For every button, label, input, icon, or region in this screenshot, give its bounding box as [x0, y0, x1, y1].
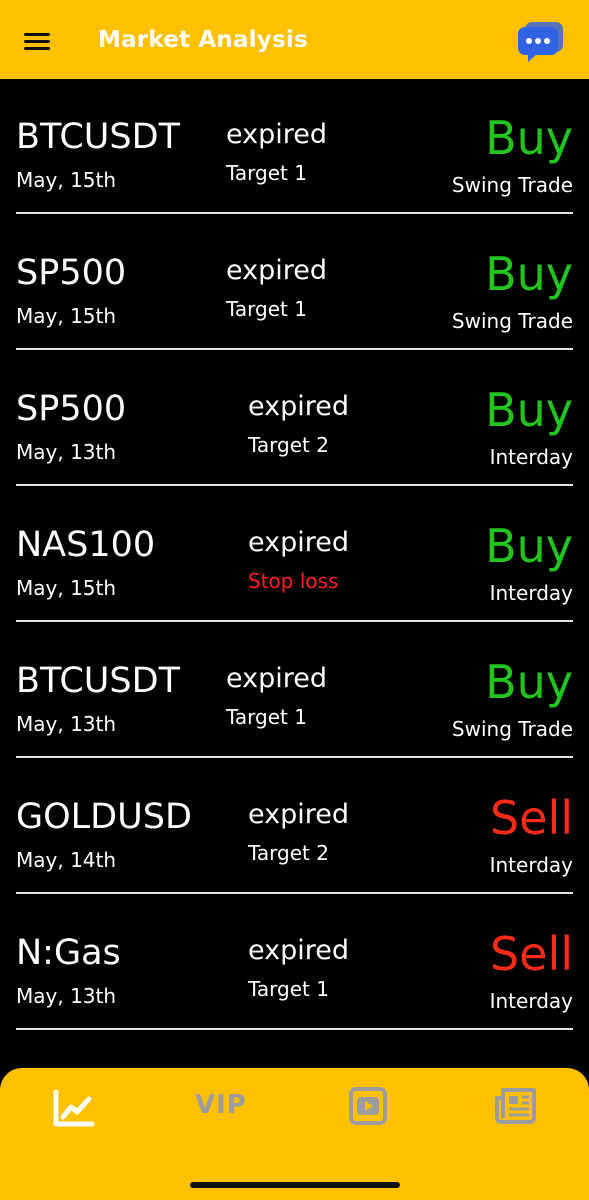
signal-row[interactable]: GOLDUSD May, 14th expired Target 2 Sell …	[0, 759, 589, 895]
nav-vip[interactable]: VIP	[195, 1090, 247, 1130]
signal-symbol: NAS100	[16, 525, 156, 565]
home-indicator	[190, 1182, 400, 1188]
trade-type: Interday	[489, 853, 573, 877]
hamburger-menu-icon[interactable]	[24, 30, 52, 52]
trade-type: Swing Trade	[451, 309, 573, 333]
signal-row[interactable]: SP500 May, 15th expired Target 1 Buy Swi…	[0, 215, 589, 351]
signal-row[interactable]: SP500 May, 13th expired Target 2 Buy Int…	[0, 351, 589, 487]
signal-status: expired	[226, 663, 328, 694]
signal-date: May, 15th	[16, 576, 117, 600]
signal-result: Target 1	[226, 161, 307, 185]
chat-bubble-icon[interactable]	[516, 18, 566, 64]
signal-result: Target 2	[248, 841, 329, 865]
signal-row[interactable]: NAS100 May, 15th expired Stop loss Buy I…	[0, 487, 589, 623]
chart-line-icon[interactable]	[52, 1088, 96, 1128]
signal-row[interactable]: N:Gas May, 13th expired Target 1 Sell In…	[0, 895, 589, 1031]
row-divider	[16, 484, 573, 486]
signal-date: May, 15th	[16, 168, 117, 192]
signal-direction: Buy	[485, 383, 573, 437]
signal-symbol: GOLDUSD	[16, 797, 192, 837]
signal-direction: Buy	[485, 111, 573, 165]
row-divider	[16, 892, 573, 894]
signal-result: Target 2	[248, 433, 329, 457]
signal-status: expired	[248, 527, 350, 558]
signal-symbol: SP500	[16, 253, 127, 293]
trade-type: Swing Trade	[451, 173, 573, 197]
trade-type: Interday	[489, 989, 573, 1013]
bottom-nav: VIP	[0, 1068, 589, 1200]
trade-type: Swing Trade	[451, 717, 573, 741]
signal-date: May, 13th	[16, 712, 117, 736]
signal-symbol: BTCUSDT	[16, 661, 180, 701]
trade-type: Interday	[489, 445, 573, 469]
signal-status: expired	[226, 119, 328, 150]
row-divider	[16, 1028, 573, 1030]
page-title: Market Analysis	[98, 27, 308, 53]
signal-result: Target 1	[226, 705, 307, 729]
signal-date: May, 15th	[16, 304, 117, 328]
signal-symbol: N:Gas	[16, 933, 121, 973]
row-divider	[16, 620, 573, 622]
signal-result: Target 1	[248, 977, 329, 1001]
signal-direction: Sell	[489, 791, 573, 845]
signal-status: expired	[226, 255, 328, 286]
signal-direction: Buy	[485, 519, 573, 573]
signal-direction: Buy	[485, 247, 573, 301]
signal-direction: Buy	[485, 655, 573, 709]
signal-row[interactable]: BTCUSDT May, 15th expired Target 1 Buy S…	[0, 79, 589, 215]
signal-date: May, 13th	[16, 440, 117, 464]
signal-direction: Sell	[489, 927, 573, 981]
signal-symbol: BTCUSDT	[16, 117, 180, 157]
signal-date: May, 13th	[16, 984, 117, 1008]
signal-result: Stop loss	[248, 569, 339, 593]
signal-status: expired	[248, 391, 350, 422]
trade-type: Interday	[489, 581, 573, 605]
signal-status: expired	[248, 799, 350, 830]
newspaper-icon[interactable]	[494, 1086, 538, 1126]
row-divider	[16, 756, 573, 758]
youtube-play-icon[interactable]	[348, 1086, 388, 1126]
row-divider	[16, 212, 573, 214]
signal-row[interactable]: BTCUSDT May, 13th expired Target 1 Buy S…	[0, 623, 589, 759]
app-header: Market Analysis	[0, 0, 589, 79]
signal-result: Target 1	[226, 297, 307, 321]
signal-date: May, 14th	[16, 848, 117, 872]
signal-symbol: SP500	[16, 389, 127, 429]
signal-status: expired	[248, 935, 350, 966]
row-divider	[16, 348, 573, 350]
